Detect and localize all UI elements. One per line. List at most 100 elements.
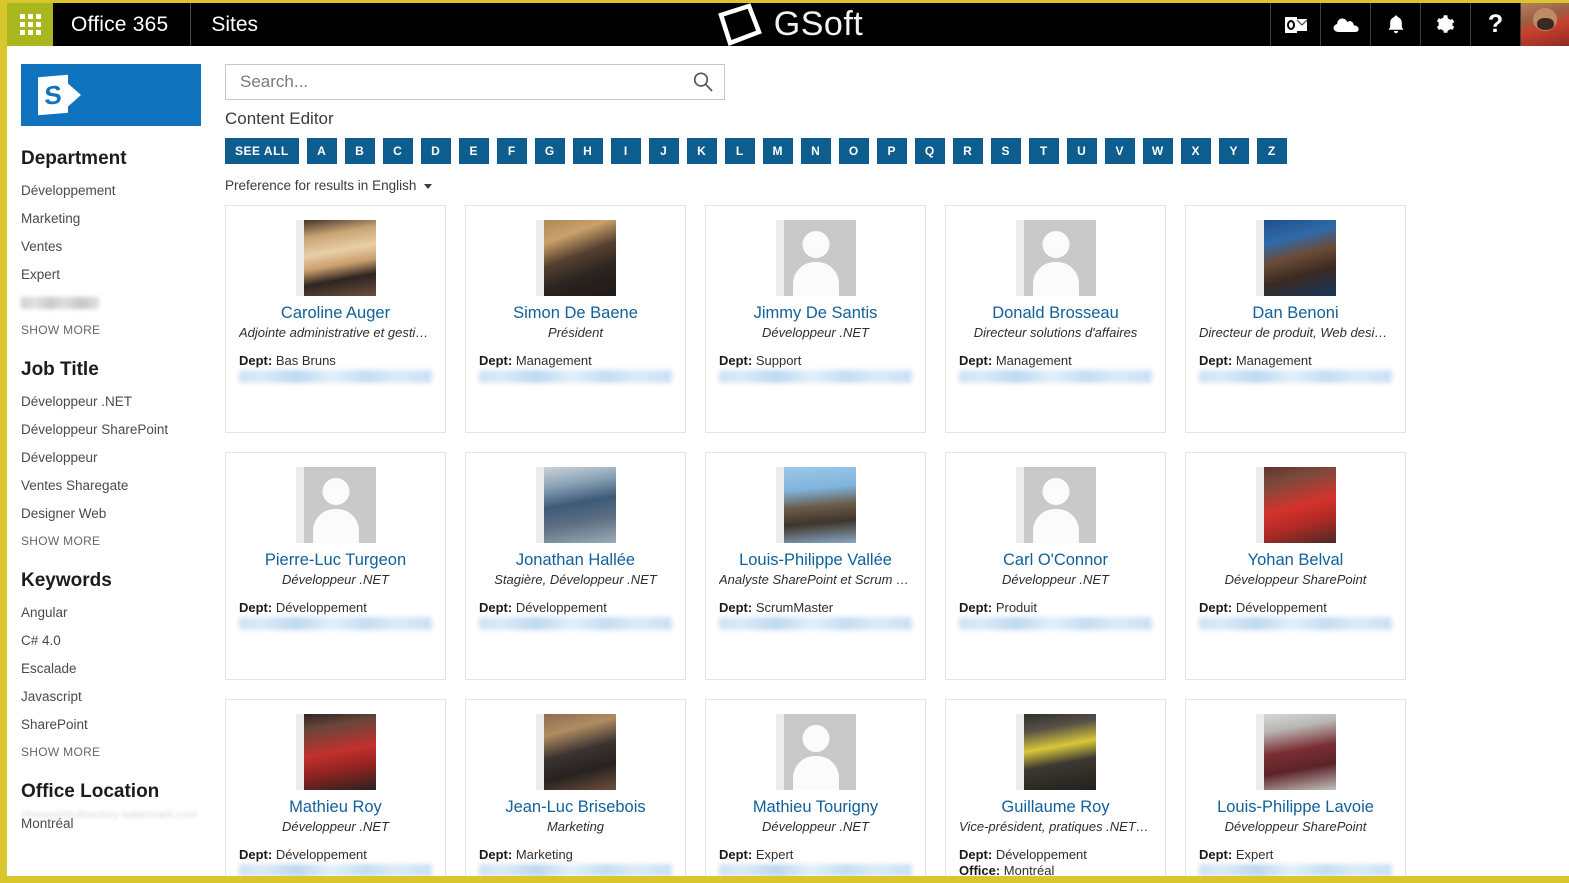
alphabet-button-o[interactable]: O xyxy=(838,138,869,164)
facet-item[interactable]: SharePoint xyxy=(21,717,218,732)
person-email-redacted[interactable] xyxy=(719,863,912,876)
person-card[interactable]: Guillaume Roy Vice-président, pratiques .… xyxy=(945,699,1166,876)
person-card[interactable]: Jonathan Hallée Stagière, Développeur .NE… xyxy=(465,452,686,680)
outlook-icon[interactable] xyxy=(1270,3,1320,46)
person-name-link[interactable]: Pierre-Luc Turgeon xyxy=(239,551,432,570)
person-card[interactable]: Louis-Philippe Lavoie Développeur SharePo… xyxy=(1185,699,1406,876)
app-launcher-button[interactable] xyxy=(7,3,53,46)
person-name-link[interactable]: Mathieu Roy xyxy=(239,798,432,817)
person-card[interactable]: Pierre-Luc Turgeon Développeur .NET Dept: … xyxy=(225,452,446,680)
alphabet-button-j[interactable]: J xyxy=(648,138,679,164)
alphabet-button-r[interactable]: R xyxy=(952,138,983,164)
alphabet-button-b[interactable]: B xyxy=(344,138,375,164)
person-card[interactable]: Louis-Philippe Vallée Analyste SharePoint… xyxy=(705,452,926,680)
alphabet-button-x[interactable]: X xyxy=(1180,138,1211,164)
person-name-link[interactable]: Simon De Baene xyxy=(479,304,672,323)
person-name-link[interactable]: Jimmy De Santis xyxy=(719,304,912,323)
person-email-redacted[interactable] xyxy=(959,616,1152,630)
alphabet-button-n[interactable]: N xyxy=(800,138,831,164)
facet-item[interactable]: Designer Web xyxy=(21,506,218,521)
person-card[interactable]: Caroline Auger Adjointe administrative et… xyxy=(225,205,446,433)
alphabet-button-u[interactable]: U xyxy=(1066,138,1097,164)
user-avatar[interactable] xyxy=(1520,3,1569,46)
person-email-redacted[interactable] xyxy=(479,616,672,630)
facet-item[interactable]: Développeur .NET xyxy=(21,394,218,409)
alphabet-button-h[interactable]: H xyxy=(572,138,603,164)
help-icon[interactable]: ? xyxy=(1470,3,1520,46)
alphabet-see-all-button[interactable]: SEE ALL xyxy=(225,138,299,164)
person-email-redacted[interactable] xyxy=(719,369,912,383)
person-name-link[interactable]: Jonathan Hallée xyxy=(479,551,672,570)
facet-item[interactable]: Escalade xyxy=(21,661,218,676)
facet-item[interactable]: C# 4.0 xyxy=(21,633,218,648)
facet-item[interactable]: Angular xyxy=(21,605,218,620)
notifications-icon[interactable] xyxy=(1370,3,1420,46)
person-name-link[interactable]: Donald Brosseau xyxy=(959,304,1152,323)
facet-item[interactable]: Marketing xyxy=(21,211,218,226)
person-name-link[interactable]: Guillaume Roy xyxy=(959,798,1152,817)
office365-brand-link[interactable]: Office 365 xyxy=(53,3,192,46)
person-card[interactable]: Jimmy De Santis Développeur .NET Dept: Sup… xyxy=(705,205,926,433)
person-name-link[interactable]: Louis-Philippe Vallée xyxy=(719,551,912,570)
person-email-redacted[interactable] xyxy=(1199,863,1392,876)
person-name-link[interactable]: Carl O'Connor xyxy=(959,551,1152,570)
alphabet-button-w[interactable]: W xyxy=(1142,138,1173,164)
facet-item[interactable]: Montréal xyxy=(21,816,218,831)
person-card[interactable]: Jean-Luc Brisebois Marketing Dept: Marketi… xyxy=(465,699,686,876)
sites-nav-link[interactable]: Sites xyxy=(191,3,278,46)
person-card[interactable]: Mathieu Roy Développeur .NET Dept: Dévelop… xyxy=(225,699,446,876)
person-name-link[interactable]: Dan Benoni xyxy=(1199,304,1392,323)
alphabet-button-a[interactable]: A xyxy=(306,138,337,164)
facet-item[interactable]: Développeur xyxy=(21,450,218,465)
facet-show-more-link[interactable]: SHOW MORE xyxy=(21,323,218,337)
alphabet-button-p[interactable]: P xyxy=(876,138,907,164)
alphabet-button-z[interactable]: Z xyxy=(1256,138,1287,164)
alphabet-button-g[interactable]: G xyxy=(534,138,565,164)
language-preference-dropdown[interactable]: Preference for results in English xyxy=(225,178,433,193)
person-card[interactable]: Simon De Baene Président Dept: Management xyxy=(465,205,686,433)
person-card[interactable]: Carl O'Connor Développeur .NET Dept: Produ… xyxy=(945,452,1166,680)
person-email-redacted[interactable] xyxy=(719,616,912,630)
person-name-link[interactable]: Yohan Belval xyxy=(1199,551,1392,570)
person-name-link[interactable]: Caroline Auger xyxy=(239,304,432,323)
person-email-redacted[interactable] xyxy=(239,863,432,876)
person-card[interactable]: Yohan Belval Développeur SharePoint Dept: … xyxy=(1185,452,1406,680)
person-card[interactable]: Mathieu Tourigny Développeur .NET Dept: Ex… xyxy=(705,699,926,876)
person-email-redacted[interactable] xyxy=(239,369,432,383)
person-email-redacted[interactable] xyxy=(1199,369,1392,383)
facet-item[interactable]: Développeur SharePoint xyxy=(21,422,218,437)
alphabet-button-l[interactable]: L xyxy=(724,138,755,164)
settings-icon[interactable] xyxy=(1420,3,1470,46)
person-email-redacted[interactable] xyxy=(959,369,1152,383)
person-name-link[interactable]: Louis-Philippe Lavoie xyxy=(1199,798,1392,817)
onedrive-icon[interactable] xyxy=(1320,3,1370,46)
person-email-redacted[interactable] xyxy=(1199,616,1392,630)
facet-show-more-link[interactable]: SHOW MORE xyxy=(21,534,218,548)
person-card[interactable]: Donald Brosseau Directeur solutions d'aff… xyxy=(945,205,1166,433)
alphabet-button-e[interactable]: E xyxy=(458,138,489,164)
alphabet-button-y[interactable]: Y xyxy=(1218,138,1249,164)
person-email-redacted[interactable] xyxy=(239,616,432,630)
facet-item-redacted[interactable] xyxy=(21,295,218,310)
alphabet-button-k[interactable]: K xyxy=(686,138,717,164)
alphabet-button-c[interactable]: C xyxy=(382,138,413,164)
alphabet-button-d[interactable]: D xyxy=(420,138,451,164)
facet-item[interactable]: Ventes xyxy=(21,239,218,254)
facet-item[interactable]: Développement xyxy=(21,183,218,198)
sharepoint-logo[interactable]: S xyxy=(21,64,201,126)
search-input[interactable] xyxy=(238,71,692,93)
facet-show-more-link[interactable]: SHOW MORE xyxy=(21,745,218,759)
alphabet-button-q[interactable]: Q xyxy=(914,138,945,164)
person-name-link[interactable]: Mathieu Tourigny xyxy=(719,798,912,817)
alphabet-button-f[interactable]: F xyxy=(496,138,527,164)
person-card[interactable]: Dan Benoni Directeur de produit, Web desi… xyxy=(1185,205,1406,433)
person-name-link[interactable]: Jean-Luc Brisebois xyxy=(479,798,672,817)
alphabet-button-i[interactable]: I xyxy=(610,138,641,164)
facet-item[interactable]: Expert xyxy=(21,267,218,282)
person-email-redacted[interactable] xyxy=(479,863,672,876)
search-box[interactable] xyxy=(225,64,725,100)
alphabet-button-s[interactable]: S xyxy=(990,138,1021,164)
facet-item[interactable]: Ventes Sharegate xyxy=(21,478,218,493)
person-email-redacted[interactable] xyxy=(479,369,672,383)
alphabet-button-m[interactable]: M xyxy=(762,138,793,164)
